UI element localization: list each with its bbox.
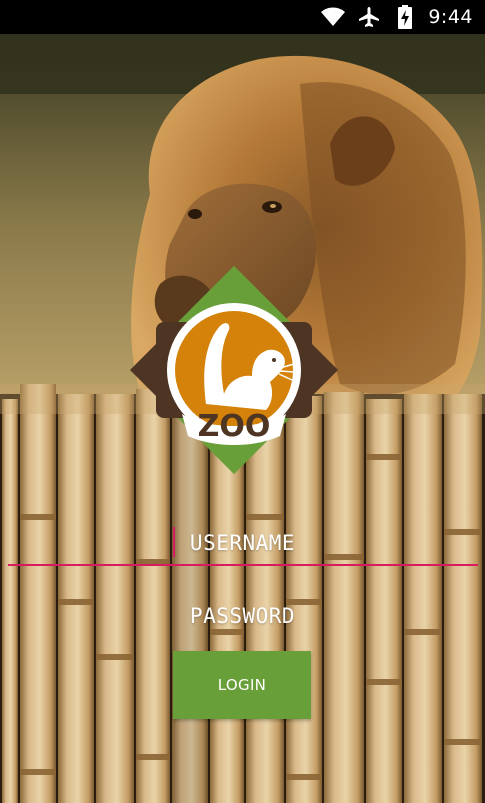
status-bar: 9:44 (0, 0, 485, 34)
logo-text: ZOO (198, 409, 271, 444)
password-placeholder: PASSWORD (189, 604, 296, 628)
login-button[interactable]: LOGIN (173, 651, 311, 719)
zoo-logo: ZOO (130, 266, 338, 474)
login-screen: ZOO USERNAME PASSWORD LOGIN (0, 34, 485, 803)
status-time: 9:44 (428, 6, 473, 28)
airplane-mode-icon (356, 6, 382, 28)
username-placeholder: USERNAME (189, 531, 296, 555)
username-underline (8, 564, 478, 566)
battery-charging-icon (392, 5, 418, 29)
wifi-icon (320, 6, 346, 28)
